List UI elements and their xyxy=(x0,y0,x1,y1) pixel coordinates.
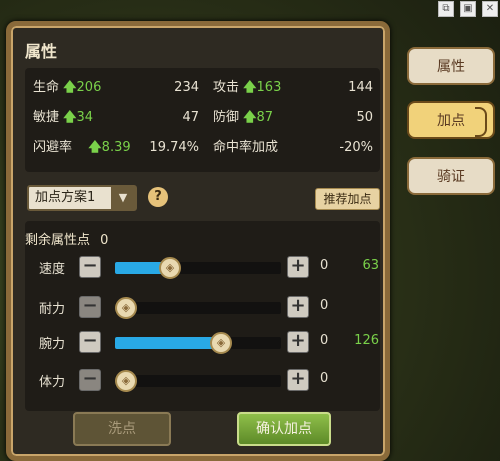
plus-button[interactable]: + xyxy=(287,296,309,318)
slider-knob-icon[interactable]: ◈ xyxy=(159,257,181,279)
close-icon[interactable]: ✕ xyxy=(482,1,498,17)
confirm-button[interactable]: 确认加点 xyxy=(237,412,331,446)
stat-total: 19.74% xyxy=(149,140,199,155)
attribute-slider[interactable]: ◈ xyxy=(115,370,281,392)
arrow-up-icon: 🡅 xyxy=(88,140,102,155)
attribute-name: 耐力 xyxy=(39,302,66,317)
stat-bonus: 34 xyxy=(76,110,94,125)
recommend-button[interactable]: 推荐加点 xyxy=(315,188,380,210)
arrow-up-icon: 🡅 xyxy=(243,80,257,95)
added-points: 0 xyxy=(320,258,329,273)
arrow-up-icon: 🡅 xyxy=(63,110,77,125)
restore-icon[interactable]: ▣ xyxy=(460,1,476,17)
attribute-value: 126 xyxy=(354,333,379,348)
added-points: 0 xyxy=(320,333,329,348)
attribute-slider[interactable]: ◈ xyxy=(115,257,281,279)
tab-allocate[interactable]: 加点 xyxy=(407,101,495,139)
stat-dodge: 闪避率 🡅8.39 xyxy=(33,138,131,158)
stat-hit-bonus: 命中率加成 xyxy=(213,138,278,158)
arrow-up-icon: 🡅 xyxy=(63,80,77,95)
attribute-row: 腕力 − ◈ +0 126 xyxy=(25,330,380,354)
stat-defense: 防御 🡅87 xyxy=(213,108,273,128)
slider-fill xyxy=(115,337,221,349)
minus-button[interactable]: − xyxy=(79,256,101,278)
stat-label: 生命 xyxy=(33,80,60,95)
stat-label: 闪避率 xyxy=(33,140,73,155)
remaining-value: 0 xyxy=(100,233,109,248)
stat-total: 47 xyxy=(182,110,199,125)
stat-total: 50 xyxy=(356,110,373,125)
tab-mount[interactable]: 骑证 xyxy=(407,157,495,195)
tab-attributes[interactable]: 属性 xyxy=(407,47,495,85)
stat-bonus: 87 xyxy=(256,110,274,125)
stat-total: 144 xyxy=(348,80,373,95)
added-points: 0 xyxy=(320,298,329,313)
stat-bonus: 8.39 xyxy=(101,140,131,155)
stat-total: -20% xyxy=(339,140,373,155)
attributes-panel: 属性 生命 🡅206 234 攻击 🡅163 144 敏捷 🡅34 47 防御 … xyxy=(6,21,390,461)
plus-button[interactable]: + xyxy=(287,369,309,391)
reset-button[interactable]: 洗点 xyxy=(73,412,171,446)
window-controls: ⧉ ▣ ✕ xyxy=(438,1,498,17)
attribute-name: 速度 xyxy=(39,262,66,277)
plus-button[interactable]: + xyxy=(287,256,309,278)
stat-bonus: 206 xyxy=(76,80,102,95)
help-icon[interactable]: ? xyxy=(148,187,168,207)
attribute-slider[interactable]: ◈ xyxy=(115,332,281,354)
minus-button[interactable]: − xyxy=(79,331,101,353)
tab-ornament-icon xyxy=(475,107,487,137)
slider-knob-icon[interactable]: ◈ xyxy=(210,332,232,354)
stat-label: 敏捷 xyxy=(33,110,60,125)
added-points: 0 xyxy=(320,371,329,386)
panel-title: 属性 xyxy=(25,42,58,61)
remaining-points: 剩余属性点 0 xyxy=(25,229,108,248)
attribute-row: 速度 − ◈ +0 63 xyxy=(25,255,380,279)
plus-button[interactable]: + xyxy=(287,331,309,353)
stat-label: 防御 xyxy=(213,110,240,125)
attribute-row: 体力 − ◈ +0 xyxy=(25,368,380,392)
popout-icon[interactable]: ⧉ xyxy=(438,1,454,17)
tab-label: 属性 xyxy=(437,59,465,75)
plan-selected: 加点方案1 xyxy=(35,190,96,205)
stat-hp: 生命 🡅206 xyxy=(33,78,101,98)
remaining-label: 剩余属性点 xyxy=(25,233,91,248)
attribute-slider[interactable]: ◈ xyxy=(115,297,281,319)
tab-label: 骑证 xyxy=(437,169,465,185)
attribute-name: 腕力 xyxy=(39,337,66,352)
chevron-down-icon[interactable]: ▼ xyxy=(111,187,135,209)
stats-box: 生命 🡅206 234 攻击 🡅163 144 敏捷 🡅34 47 防御 🡅87… xyxy=(25,68,380,172)
attribute-row: 耐力 − ◈ +0 xyxy=(25,295,380,319)
slider-knob-icon[interactable]: ◈ xyxy=(115,370,137,392)
tab-label: 加点 xyxy=(437,113,465,129)
minus-button[interactable]: − xyxy=(79,296,101,318)
stat-total: 234 xyxy=(174,80,199,95)
arrow-up-icon: 🡅 xyxy=(243,110,257,125)
attribute-value: 63 xyxy=(362,258,379,273)
attribute-name: 体力 xyxy=(39,375,66,390)
minus-button[interactable]: − xyxy=(79,369,101,391)
stat-label: 命中率加成 xyxy=(213,140,279,155)
slider-knob-icon[interactable]: ◈ xyxy=(115,297,137,319)
stat-label: 攻击 xyxy=(213,80,240,95)
stat-agility: 敏捷 🡅34 xyxy=(33,108,93,128)
stat-attack: 攻击 🡅163 xyxy=(213,78,281,98)
plan-dropdown[interactable]: 加点方案1 ▼ xyxy=(27,185,137,211)
stat-bonus: 163 xyxy=(256,80,282,95)
